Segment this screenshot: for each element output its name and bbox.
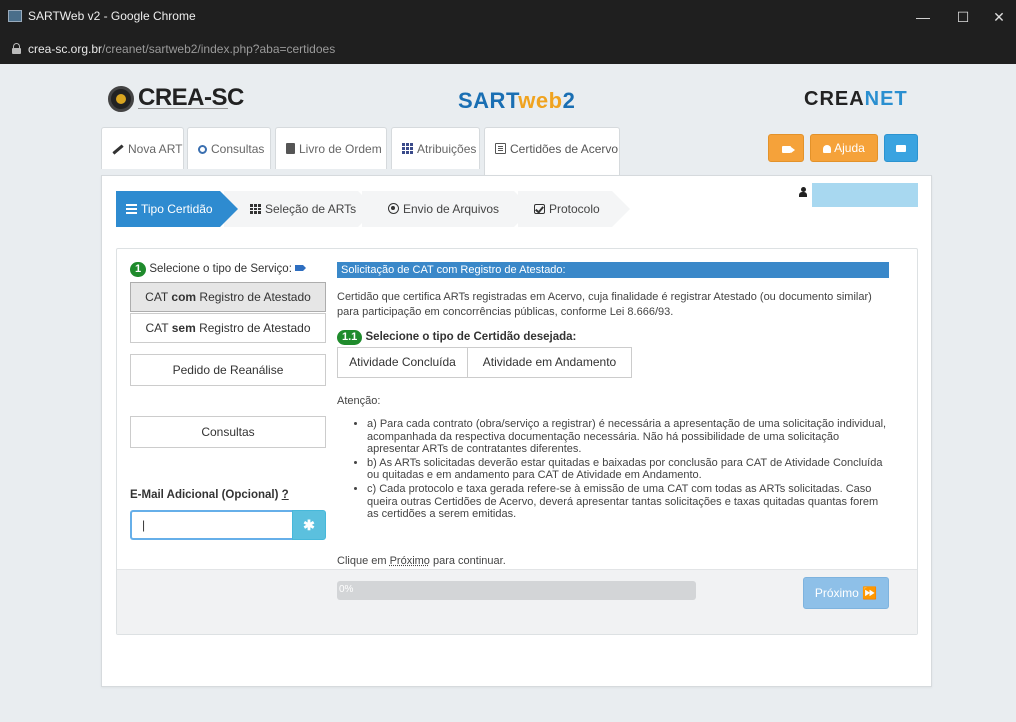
url-text[interactable]: crea-sc.org.br/creanet/sartweb2/index.ph… [28,42,335,56]
chat-button[interactable] [884,134,918,162]
pedido-reanalise-button[interactable]: Pedido de Reanálise [130,354,326,386]
step-badge: 1.1 [337,330,363,345]
step-label: Envio de Arquivos [403,202,500,216]
search-icon [198,145,207,154]
address-bar[interactable]: crea-sc.org.br/creanet/sartweb2/index.ph… [0,34,1016,64]
creanet-logo-part2: NET [864,88,908,110]
tab-atribuicoes[interactable]: Atribuições [391,127,480,169]
tab-label: Livro de Ordem [299,142,382,156]
wizard-step-protocolo[interactable]: Protocolo [518,191,630,227]
atencao-label: Atenção: [337,395,381,407]
tab-certidoes-de-acervo[interactable]: Certidões de Acervo [484,127,620,175]
browser-titlebar: SARTWeb v2 - Google Chrome — ☐ ✕ [0,0,1016,34]
tab-label: Certidões de Acervo [510,142,619,156]
url-path: /creanet/sartweb2/index.php?aba=certidoe… [102,42,336,56]
app-icon [8,10,22,22]
attention-list: a) Para cada contrato (obra/serviço a re… [367,418,887,522]
list-icon [495,143,506,154]
list-item: c) Cada protocolo e taxa gerada refere-s… [367,483,887,521]
atividade-em-andamento-button[interactable]: Atividade em Andamento [467,347,632,378]
hint-prefix: Clique em [337,555,390,567]
cat-prefix: CAT [145,321,172,335]
step-label: Seleção de ARTs [265,202,357,216]
cat-sem-bold: sem [171,321,196,335]
cat-com-registro-button[interactable]: CAT com Registro de Atestado [130,282,326,312]
cat-com-bold: com [171,290,197,304]
video-button[interactable] [768,134,804,162]
atividade-concluida-button[interactable]: Atividade Concluída [337,347,468,378]
wizard-footer: 0% Próximo ⏩ [117,569,917,634]
grid-icon [250,204,261,214]
sart-logo-part1: SART [458,88,519,113]
continue-hint: Clique em Próximo para continuar. [337,555,506,567]
tab-label: Nova ART [128,142,183,156]
chat-icon [896,145,906,152]
tipo-certidao-label: 1.1 Selecione o tipo de Certidão desejad… [337,330,576,345]
tab-label: Atribuições [417,142,477,156]
creanet-logo-part1: CREA [804,88,865,110]
wizard-step-selecao-arts[interactable]: Seleção de ARTs [224,191,376,227]
crea-seal-icon [108,86,134,112]
book-icon [286,143,295,154]
section-header: Solicitação de CAT com Registro de Atest… [337,262,889,278]
progress-bar: 0% [337,581,696,600]
lock-icon [12,43,21,54]
close-button[interactable]: ✕ [984,6,1014,28]
bell-icon [823,145,832,153]
wizard-steps: Tipo Certidão Seleção de ARTs Envio de A… [116,191,630,227]
proximo-link[interactable]: Próximo [390,555,430,567]
pencil-icon [112,144,124,155]
tab-nova-art[interactable]: Nova ART [101,127,184,169]
video-icon[interactable] [294,265,306,271]
list-icon [126,204,137,214]
list-item: b) As ARTs solicitadas deverão estar qui… [367,457,887,482]
grid-icon [402,143,413,154]
email-input[interactable]: | [130,510,292,540]
step-label: Tipo Certidão [141,202,213,216]
step-badge: 1 [130,262,147,277]
service-label-text: Selecione o tipo de Serviço: [149,263,292,275]
crea-logo-subtitle [138,108,228,112]
main-panel: Tipo Certidão Seleção de ARTs Envio de A… [101,175,932,687]
consultas-button[interactable]: Consultas [130,416,326,448]
progress-label: 0% [339,584,354,595]
tipo-label-text: Selecione o tipo de Certidão desejada: [365,331,577,343]
tab-livro-de-ordem[interactable]: Livro de Ordem [275,127,387,169]
tab-consultas[interactable]: Consultas [187,127,271,169]
cat-suffix: Registro de Atestado [195,321,311,335]
email-add-button[interactable]: ✱ [292,510,326,540]
cat-sem-registro-button[interactable]: CAT sem Registro de Atestado [130,313,326,343]
video-camera-icon [781,146,795,153]
sartweb-logo: SARTweb2 [458,88,575,114]
page: CREA-SC SARTweb2 CREANET Nova ART Consul… [0,64,1016,722]
email-help-link[interactable]: ? [282,489,289,501]
wizard-step-tipo-certidao[interactable]: Tipo Certidão [116,191,238,227]
help-label: Ajuda [834,141,865,155]
service-label: 1 Selecione o tipo de Serviço: [130,262,306,277]
window-title: SARTWeb v2 - Google Chrome [28,9,196,23]
user-icon [799,187,807,197]
email-label: E-Mail Adicional (Opcional) ? [130,489,289,501]
tab-label: Consultas [211,142,265,156]
sart-logo-part3: 2 [562,88,576,113]
maximize-button[interactable]: ☐ [948,6,978,28]
checkbox-icon [534,204,545,214]
url-host: crea-sc.org.br [28,42,103,56]
user-name-box [812,183,918,207]
sart-logo-part2: web [518,88,563,113]
email-label-text: E-Mail Adicional (Opcional) [130,489,279,501]
upload-icon [388,203,399,214]
minimize-button[interactable]: — [908,6,938,28]
hint-suffix: para continuar. [429,555,506,567]
cat-prefix: CAT [145,290,172,304]
cat-suffix: Registro de Atestado [196,290,311,304]
creanet-logo: CREANET [804,88,908,111]
list-item: a) Para cada contrato (obra/serviço a re… [367,418,887,456]
step-label: Protocolo [549,202,600,216]
next-button[interactable]: Próximo ⏩ [803,577,889,609]
help-button[interactable]: Ajuda [810,134,878,162]
content-box: 1 Selecione o tipo de Serviço: CAT com R… [116,248,918,635]
section-description: Certidão que certifica ARTs registradas … [337,291,872,318]
wizard-step-envio-arquivos[interactable]: Envio de Arquivos [362,191,532,227]
